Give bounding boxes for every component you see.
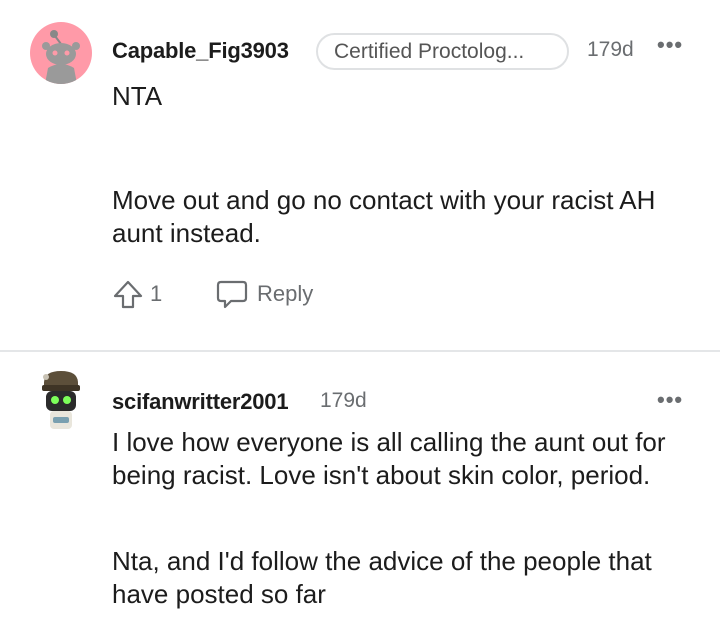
user-avatar[interactable] [30, 22, 92, 84]
comment-paragraph: Nta, and I'd follow the advice of the pe… [112, 546, 652, 609]
reply-label: Reply [257, 281, 314, 306]
upvote-button[interactable]: 1 [112, 278, 162, 310]
comment-age: 179d [587, 38, 634, 61]
comment-1: Capable_Fig3903 Certified Proctolog... 1… [0, 0, 720, 350]
more-options-button[interactable]: ••• [657, 34, 683, 56]
upvote-arrow-icon [113, 280, 143, 309]
comment-paragraph: Move out and go no contact with your rac… [112, 185, 656, 248]
comment-paragraph: I love how everyone is all calling the a… [112, 427, 666, 490]
comment-paragraph: NTA [112, 81, 163, 111]
robot-avatar-icon [42, 371, 80, 429]
reply-button[interactable]: Reply [215, 278, 313, 310]
user-avatar[interactable] [38, 367, 84, 433]
more-options-button[interactable]: ••• [657, 389, 683, 411]
chat-bubble-icon [216, 280, 248, 309]
user-flair: Certified Proctolog... [316, 33, 569, 70]
comment-age: 179d [320, 389, 367, 412]
comment-author[interactable]: Capable_Fig3903 [112, 38, 289, 64]
snoo-icon [42, 30, 80, 84]
comment-author[interactable]: scifanwritter2001 [112, 389, 289, 415]
vote-count: 1 [150, 281, 163, 306]
